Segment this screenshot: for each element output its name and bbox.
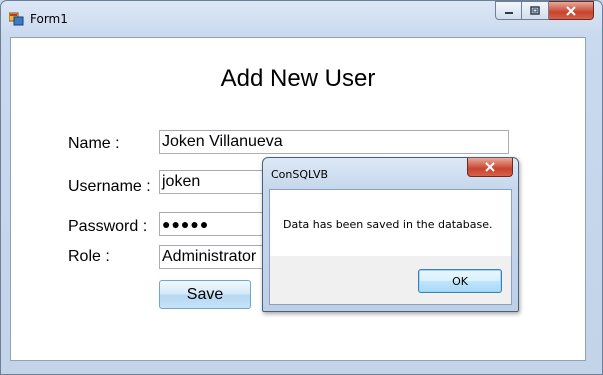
username-field[interactable]: joken (159, 170, 269, 194)
dialog-title: ConSQLVB (271, 168, 329, 181)
role-field[interactable]: Administrator (159, 245, 269, 269)
minimize-button[interactable] (495, 1, 522, 20)
name-label: Name : (68, 135, 120, 152)
dialog-footer: OK (270, 256, 511, 304)
minimize-icon (504, 11, 513, 14)
close-icon (566, 5, 576, 16)
restore-icon (530, 5, 540, 15)
role-label: Role : (68, 248, 110, 265)
maximize-button[interactable] (522, 1, 549, 20)
dialog-close-button[interactable] (467, 158, 513, 177)
page-title: Add New User (220, 65, 376, 92)
password-field[interactable]: ●●●●● (159, 212, 269, 236)
password-label: Password : (68, 218, 148, 235)
save-button[interactable]: Save (159, 280, 251, 309)
dialog-message: Data has been saved in the database. (283, 218, 493, 231)
ok-button[interactable]: OK (418, 269, 502, 293)
name-field[interactable]: Joken Villanueva (159, 130, 509, 154)
dialog-body: Data has been saved in the database. OK (269, 189, 512, 305)
window-close-button[interactable] (549, 1, 594, 20)
app-window-icon (8, 11, 24, 26)
close-icon (485, 162, 495, 172)
form1-window: Form1 Add New User Name : Joken Villanue… (0, 0, 603, 375)
username-label: Username : (68, 178, 151, 195)
window-title: Form1 (30, 12, 68, 26)
caption-buttons (495, 1, 594, 21)
message-dialog: ConSQLVB Data has been saved in the data… (262, 157, 519, 312)
